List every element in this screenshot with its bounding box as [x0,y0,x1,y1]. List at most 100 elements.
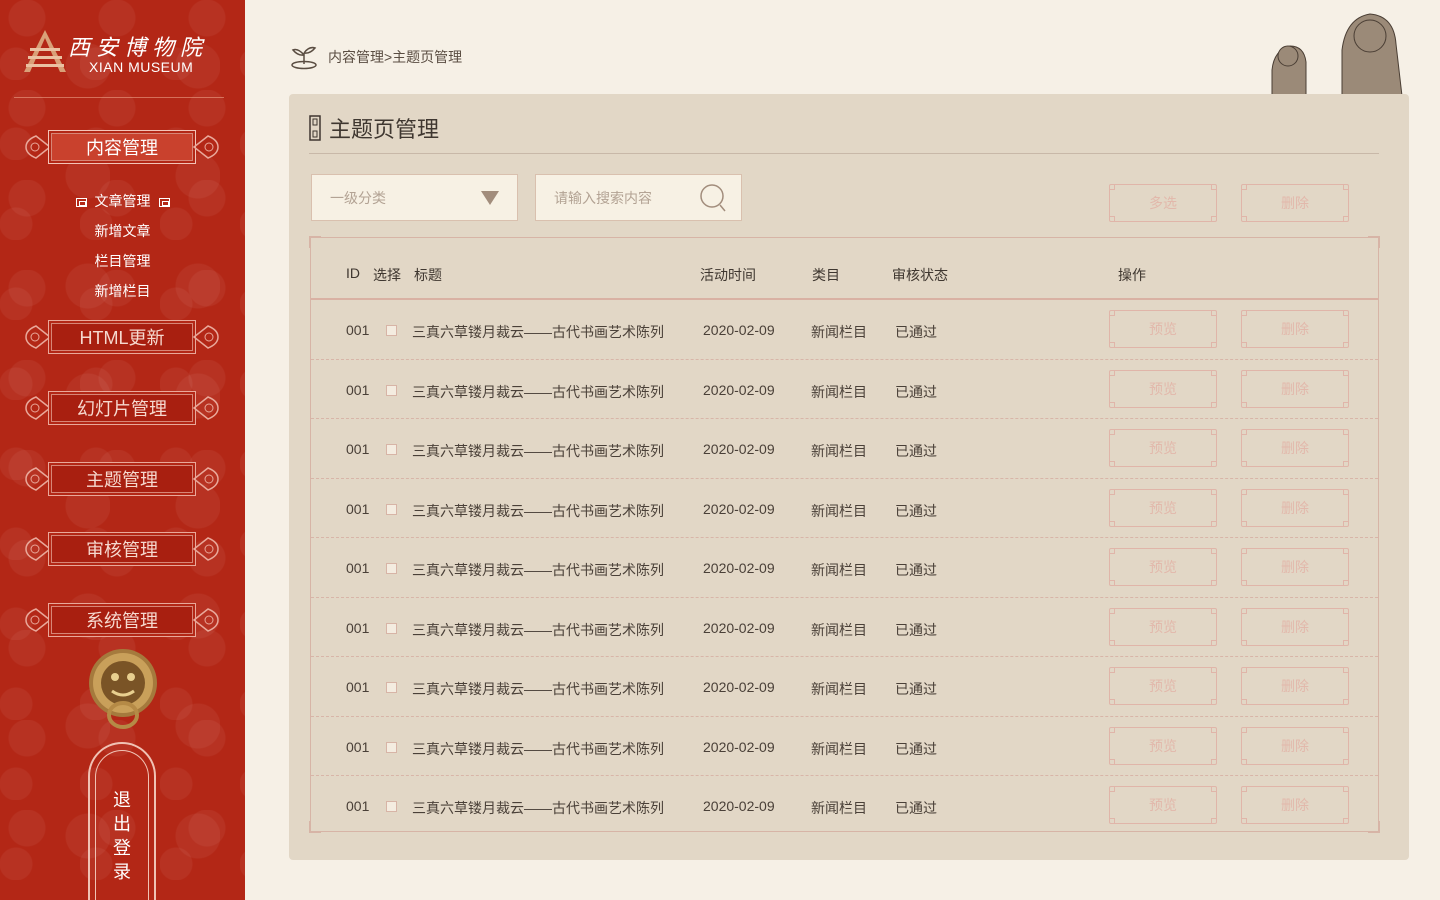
search-icon[interactable] [699,183,727,213]
cell-id: 001 [346,441,370,457]
search-box [535,174,742,221]
sidebar-item-label: 幻灯片管理 [77,399,167,419]
column-header-status[interactable]: 审核状态 [892,265,948,285]
row-checkbox[interactable] [386,563,397,574]
button-label: 预览 [1149,678,1177,694]
cell-id: 001 [346,560,370,576]
sidebar-item-html-update[interactable]: HTML更新 [22,316,222,358]
delete-button[interactable]: 删除 [1241,429,1349,467]
triangle-down-icon[interactable] [481,191,499,205]
logout-char: 退 [113,790,131,810]
column-header-actions: 操作 [1118,267,1146,283]
column-header-category[interactable]: 类目 [812,265,840,285]
row-checkbox[interactable] [386,682,397,693]
cell-status: 已通过 [895,800,937,816]
cell-category: 新闻栏目 [811,621,867,638]
cloud-ornament-icon [192,396,219,420]
cell-time: 2020-02-09 [703,738,775,755]
sidebar-item-label: 系统管理 [86,611,158,631]
cell-title[interactable]: 三真六草镂月裁云——古代书画艺术陈列 [412,322,664,342]
column-header-title[interactable]: 标题 [414,265,442,285]
logout-char: 登 [113,838,131,858]
cell-title[interactable]: 三真六草镂月裁云——古代书画艺术陈列 [412,620,664,640]
row-checkbox[interactable] [386,503,397,515]
cell-category: 新闻栏目 [811,740,867,757]
cell-id: 001 [346,679,370,695]
sidebar-item-slides[interactable]: 幻灯片管理 [22,387,222,429]
table-row: 001 三真六草镂月裁云——古代书画艺术陈列 2020-02-09 新闻栏目 已… [311,300,1378,360]
cloud-ornament-icon [192,325,219,349]
preview-button[interactable]: 预览 [1109,369,1217,408]
breadcrumb-text[interactable]: 内容管理>主题页管理 [328,47,462,67]
submenu-item-columns[interactable]: 栏目管理 [0,246,245,276]
row-checkbox[interactable] [386,325,397,336]
table-row: 001 三真六草镂月裁云——古代书画艺术陈列 2020-02-09 新闻栏目 已… [311,657,1378,717]
button-label: 删除 [1281,618,1309,635]
multi-select-button[interactable]: 多选 [1109,184,1217,222]
cell-time: 2020-02-09 [703,560,775,576]
submenu-item-new-article[interactable]: 新增文章 [0,216,245,246]
row-checkbox[interactable] [386,801,397,812]
cell-title[interactable]: 三真六草镂月裁云——古代书画艺术陈列 [412,798,664,818]
logout-button[interactable]: 退 出 登 录 [88,742,156,900]
cell-title[interactable]: 三真六草镂月裁云——古代书画艺术陈列 [412,382,664,402]
button-label: 预览 [1149,440,1177,456]
submenu-item-new-column[interactable]: 新增栏目 [0,276,245,306]
door-knocker-icon [89,649,157,729]
cell-id: 001 [346,500,370,517]
delete-button[interactable]: 删除 [1241,726,1349,765]
cell-category: 新闻栏目 [811,681,867,697]
button-label: 删除 [1281,380,1309,397]
search-input[interactable] [536,175,696,220]
cell-title[interactable]: 三真六草镂月裁云——古代书画艺术陈列 [412,679,664,699]
cell-title[interactable]: 三真六草镂月裁云——古代书画艺术陈列 [412,560,664,580]
sidebar-item-content[interactable]: 内容管理 [22,126,222,168]
cell-category: 新闻栏目 [811,324,867,340]
column-header-id[interactable]: ID [346,265,360,281]
cloud-ornament-icon [192,537,219,561]
delete-button[interactable]: 删除 [1241,310,1349,348]
preview-button[interactable]: 预览 [1109,607,1217,646]
row-checkbox[interactable] [386,622,397,634]
sidebar-divider [14,97,224,98]
preview-button[interactable]: 预览 [1109,310,1217,348]
row-checkbox[interactable] [386,384,397,396]
button-label: 预览 [1149,559,1177,575]
button-label: 预览 [1149,499,1177,516]
delete-button[interactable]: 删除 [1241,607,1349,646]
delete-button[interactable]: 删除 [1241,488,1349,527]
sidebar-item-system[interactable]: 系统管理 [22,599,222,641]
cell-title[interactable]: 三真六草镂月裁云——古代书画艺术陈列 [412,739,664,759]
delete-button[interactable]: 删除 [1241,369,1349,408]
sidebar: 西安博物院 XIAN MUSEUM 内容管理 文章管理 新增文章 栏目管理 新增… [0,0,245,900]
cell-title[interactable]: 三真六草镂月裁云——古代书画艺术陈列 [412,441,664,461]
category-select-value: 一级分类 [330,189,386,206]
preview-button[interactable]: 预览 [1109,488,1217,527]
preview-button[interactable]: 预览 [1109,429,1217,467]
delete-button[interactable]: 删除 [1241,548,1349,586]
cloud-ornament-icon [192,467,219,491]
delete-button[interactable]: 删除 [1241,786,1349,824]
button-label: 删除 [1281,321,1309,337]
delete-button[interactable]: 删除 [1241,667,1349,705]
row-checkbox[interactable] [386,741,397,753]
preview-button[interactable]: 预览 [1109,667,1217,705]
brand-name-en: XIAN MUSEUM [89,59,194,75]
preview-button[interactable]: 预览 [1109,548,1217,586]
sidebar-item-label: 主题管理 [86,470,158,490]
breadcrumb: 内容管理>主题页管理 [290,44,462,70]
cell-time: 2020-02-09 [703,500,775,517]
preview-button[interactable]: 预览 [1109,726,1217,765]
column-header-time[interactable]: 活动时间 [700,265,756,285]
submenu-item-articles[interactable]: 文章管理 [0,186,245,216]
category-select[interactable]: 一级分类 [311,174,518,221]
cell-title[interactable]: 三真六草镂月裁云——古代书画艺术陈列 [412,501,664,521]
bulk-delete-button[interactable]: 删除 [1241,184,1349,222]
brand-logo[interactable]: 西安博物院 XIAN MUSEUM [22,28,222,78]
sidebar-item-themes[interactable]: 主题管理 [22,458,222,500]
sidebar-item-label: HTML更新 [79,328,165,348]
sidebar-item-review[interactable]: 审核管理 [22,528,222,570]
sidebar-item-label: 内容管理 [86,138,158,158]
row-checkbox[interactable] [386,444,397,455]
preview-button[interactable]: 预览 [1109,786,1217,824]
